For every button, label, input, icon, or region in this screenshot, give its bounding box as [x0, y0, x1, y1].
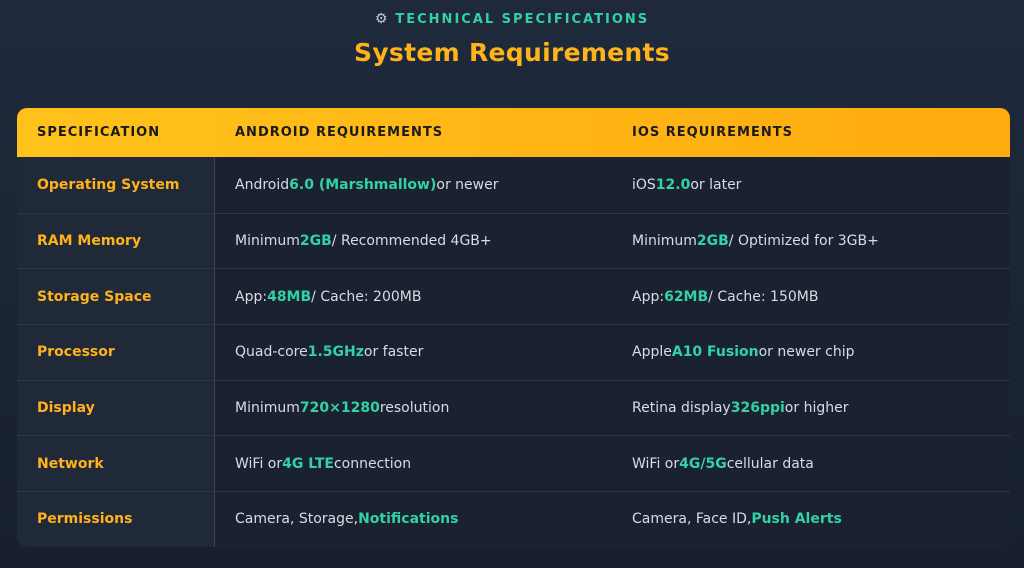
ios-requirement-suffix: or later	[690, 176, 742, 193]
page-title: System Requirements	[354, 38, 670, 67]
column-header-specification: SPECIFICATION	[37, 125, 161, 140]
ios-requirement-highlight: 326ppi	[730, 400, 785, 417]
ios-requirement-suffix: or newer chip	[758, 344, 855, 361]
table-row: Network WiFi or 4G LTE connection WiFi or 4G/…	[17, 435, 1010, 492]
table-header: SPECIFICATION ANDROID REQUIREMENTS IOS R…	[17, 108, 1010, 157]
section-kicker: ⚙ TECHNICAL SPECIFICATIONS	[0, 11, 1024, 27]
ios-requirement-cell: Minimum 2GB / Optimized for 3GB+	[612, 213, 1010, 269]
android-requirement-prefix: Minimum	[235, 233, 300, 250]
android-requirement-cell: Android 6.0 (Marshmallow) or newer	[215, 157, 612, 213]
ios-requirement-highlight: 2GB	[696, 233, 729, 250]
android-requirement-highlight: 1.5GHz	[307, 344, 364, 361]
table-row: RAM Memory Minimum 2GB / Recommended 4GB+ Mi…	[17, 212, 1010, 269]
android-requirement-cell: WiFi or 4G LTE connection	[215, 436, 612, 492]
android-requirement-cell: Camera, Storage, Notifications	[215, 492, 612, 547]
table-row: Storage Space App: 48MB / Cache: 200MB App: 6…	[17, 268, 1010, 325]
spec-label: Storage Space	[17, 269, 215, 325]
android-requirement-highlight: Notifications	[358, 511, 459, 528]
ios-requirement-highlight: 4G/5G	[679, 455, 727, 472]
spec-label: Operating System	[17, 157, 215, 213]
ios-requirement-cell: Apple A10 Fusion or newer chip	[612, 325, 1010, 380]
ios-requirement-prefix: WiFi or	[632, 455, 680, 472]
table-row: Permissions Camera, Storage, Notifications…	[17, 491, 1010, 547]
android-requirement-cell: Minimum 2GB / Recommended 4GB+	[215, 213, 612, 269]
android-requirement-suffix: resolution	[379, 400, 450, 417]
android-requirement-cell: App: 48MB / Cache: 200MB	[215, 269, 612, 325]
android-requirement-prefix: App:	[235, 288, 268, 305]
android-requirement-highlight: 48MB	[267, 288, 312, 305]
ios-requirement-suffix: / Cache: 150MB	[708, 288, 819, 305]
ios-requirement-highlight: 12.0	[655, 176, 691, 193]
ios-requirement-suffix: cellular data	[726, 455, 814, 472]
table-row: Operating System Android 6.0 (Marshmallow)…	[17, 157, 1010, 213]
android-requirement-suffix: or faster	[363, 344, 424, 361]
android-requirement-suffix: or newer	[436, 176, 499, 193]
android-requirement-highlight: 4G LTE	[282, 455, 334, 472]
ios-requirement-cell: App: 62MB / Cache: 150MB	[612, 269, 1010, 325]
ios-requirement-highlight: 62MB	[664, 288, 709, 305]
android-requirement-cell: Quad-core 1.5GHz or faster	[215, 325, 612, 380]
spec-label: Network	[17, 436, 215, 492]
ios-requirement-prefix: Apple	[632, 344, 672, 361]
column-header-android: ANDROID REQUIREMENTS	[235, 125, 444, 140]
android-requirement-cell: Minimum 720×1280 resolution	[215, 380, 612, 436]
table-row: Processor Quad-core 1.5GHz or faster Apple A1…	[17, 324, 1010, 380]
ios-requirement-cell: WiFi or 4G/5G cellular data	[612, 436, 1010, 492]
ios-requirement-highlight: Push Alerts	[751, 511, 842, 528]
android-requirement-suffix: / Cache: 200MB	[311, 288, 422, 305]
ios-requirement-suffix: / Optimized for 3GB+	[728, 233, 879, 250]
android-requirement-suffix: / Recommended 4GB+	[331, 233, 492, 250]
column-header-ios: IOS REQUIREMENTS	[632, 125, 793, 140]
android-requirement-suffix: connection	[333, 455, 412, 472]
page: ⚙ TECHNICAL SPECIFICATIONS System Require…	[0, 0, 1024, 568]
gear-icon: ⚙	[374, 11, 390, 27]
ios-requirement-prefix: iOS	[632, 176, 656, 193]
android-requirement-prefix: Quad-core	[235, 344, 308, 361]
table-body: Operating System Android 6.0 (Marshmallow)…	[17, 157, 1010, 547]
spec-label: RAM Memory	[17, 213, 215, 269]
android-requirement-prefix: Camera, Storage,	[235, 511, 359, 528]
ios-requirement-cell: iOS 12.0 or later	[612, 157, 1010, 213]
ios-requirement-prefix: App:	[632, 288, 665, 305]
android-requirement-prefix: Android	[235, 176, 290, 193]
ios-requirement-cell: Camera, Face ID, Push Alerts	[612, 492, 1010, 547]
ios-requirement-prefix: Minimum	[632, 233, 697, 250]
spec-label: Display	[17, 380, 215, 436]
spec-label: Processor	[17, 325, 215, 380]
android-requirement-prefix: WiFi or	[235, 455, 283, 472]
ios-requirement-suffix: or higher	[784, 400, 849, 417]
android-requirement-highlight: 2GB	[299, 233, 332, 250]
ios-requirement-prefix: Retina display	[632, 400, 731, 417]
ios-requirement-prefix: Camera, Face ID,	[632, 511, 752, 528]
android-requirement-prefix: Minimum	[235, 400, 300, 417]
android-requirement-highlight: 6.0 (Marshmallow)	[289, 176, 437, 193]
kicker-text: TECHNICAL SPECIFICATIONS	[395, 12, 650, 27]
android-requirement-highlight: 720×1280	[299, 400, 380, 417]
table-row: Display Minimum 720×1280 resolution Retina d…	[17, 379, 1010, 436]
spec-label: Permissions	[17, 492, 215, 547]
requirements-table: SPECIFICATION ANDROID REQUIREMENTS IOS R…	[17, 108, 1010, 547]
ios-requirement-highlight: A10 Fusion	[671, 344, 759, 361]
ios-requirement-cell: Retina display 326ppi or higher	[612, 380, 1010, 436]
